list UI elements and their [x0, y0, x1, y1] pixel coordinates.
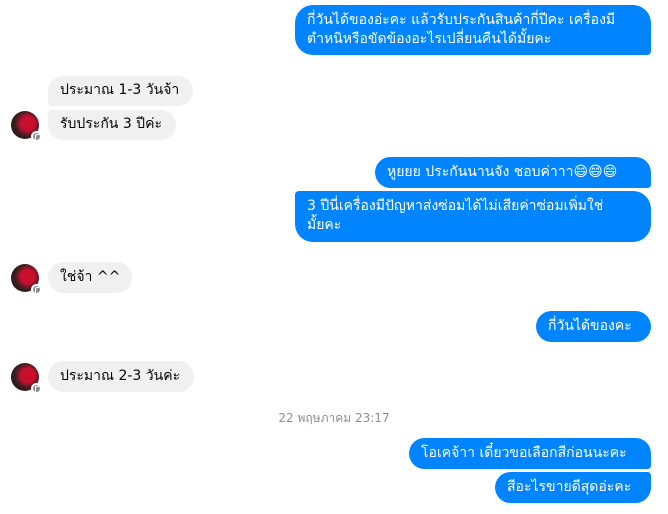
messenger-badge-icon	[31, 284, 42, 295]
conversation-timestamp: 22 พฤษภาคม 23:17	[278, 411, 390, 425]
message-bubble-outgoing[interactable]: โอเคจ้าา เดี๋ยวขอเลือกสีก่อนนะคะ	[409, 438, 651, 469]
message-bubble-outgoing[interactable]: กี่วันได้ของอ่ะคะ แล้วรับประกันสินค้ากี่…	[295, 5, 651, 55]
message-bubble-incoming[interactable]: ใช่จ้า ^^	[48, 262, 132, 293]
message-bubble-incoming[interactable]: ประมาณ 2-3 วันค่ะ	[48, 361, 194, 392]
message-bubble-outgoing[interactable]: 3 ปีนี่เครื่องมีปัญหาส่งซ่อมได้ไม่เสียค่…	[295, 191, 651, 242]
contact-avatar[interactable]	[11, 111, 42, 142]
message-bubble-outgoing[interactable]: สีอะไรขายดีสุดอ่ะคะ	[495, 472, 651, 503]
contact-avatar[interactable]	[11, 363, 42, 394]
messenger-badge-icon	[31, 131, 42, 142]
message-bubble-incoming[interactable]: รับประกัน 3 ปีค่ะ	[48, 110, 176, 140]
contact-avatar[interactable]	[11, 264, 42, 295]
message-bubble-incoming[interactable]: ประมาณ 1-3 วันจ้า	[48, 76, 193, 106]
message-bubble-outgoing[interactable]: หูยยย ประกันนานจัง ชอบค่าาา😄😄😄	[375, 157, 651, 188]
message-bubble-outgoing[interactable]: กี่วันได้ของคะ	[536, 311, 651, 342]
messenger-badge-icon	[31, 383, 42, 394]
